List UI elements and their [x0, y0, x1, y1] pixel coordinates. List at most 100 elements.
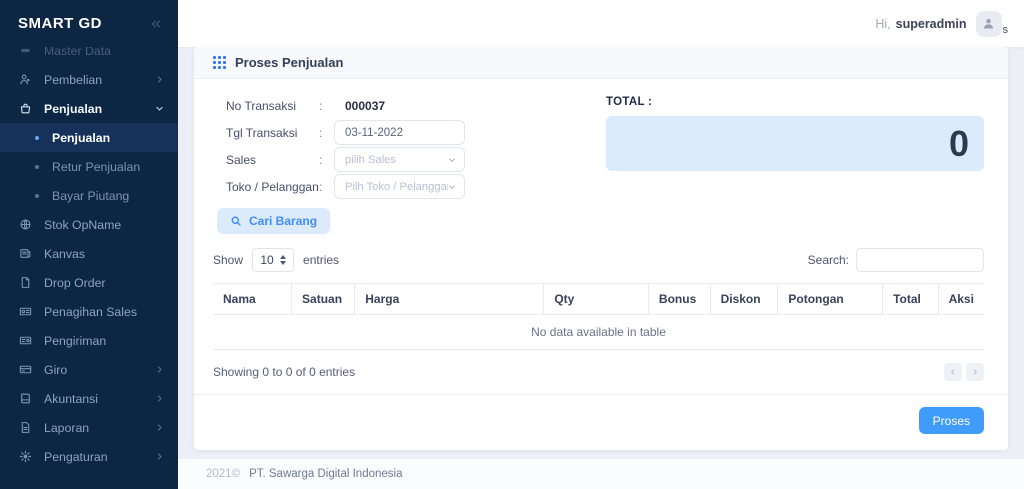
chevron-right-icon — [155, 365, 164, 374]
colon-separator: : — [319, 153, 334, 167]
no-transaksi-label: No Transaksi — [226, 99, 319, 113]
sidebar-item-label: Stok OpName — [44, 218, 164, 232]
pagination-prev-button[interactable] — [944, 363, 962, 381]
username-text: superadmin — [896, 17, 967, 31]
toko-pelanggan-select-placeholder: Pilh Toko / Pelanggan — [345, 181, 448, 193]
sidebar-item-kanvas[interactable]: Kanvas — [0, 239, 178, 268]
total-value: 0 — [949, 123, 969, 165]
sidebar: SMART GD Master Data Pembelian — [0, 0, 178, 489]
empty-row: No data available in table — [213, 315, 984, 350]
column-header-nama: Nama — [213, 284, 292, 315]
search-icon — [230, 215, 242, 227]
chevron-right-icon — [155, 394, 164, 403]
column-header-satuan: Satuan — [292, 284, 355, 315]
card-header: Proses Penjualan — [194, 47, 1008, 79]
chevron-left-icon — [949, 368, 957, 376]
cari-barang-button[interactable]: Cari Barang — [217, 208, 330, 234]
pagination — [944, 363, 984, 381]
pagination-next-button[interactable] — [966, 363, 984, 381]
total-block: TOTAL : 0 — [606, 93, 984, 234]
chevron-down-icon — [155, 104, 164, 113]
sidebar-item-drop-order[interactable]: Drop Order — [0, 268, 178, 297]
book-icon — [18, 392, 32, 405]
sidebar-item-label: Penagihan Sales — [44, 305, 164, 319]
total-label: TOTAL : — [606, 96, 984, 108]
sidebar-item-pengiriman[interactable]: Pengiriman — [0, 326, 178, 355]
form-row-sales: Sales : pilih Sales — [226, 147, 465, 172]
search-input[interactable] — [856, 248, 984, 272]
chevron-right-icon — [155, 452, 164, 461]
chevron-right-icon — [155, 423, 164, 432]
column-header-harga: Harga — [355, 284, 544, 315]
sidebar-item-laporan[interactable]: Laporan — [0, 413, 178, 442]
column-header-potongan: Potongan — [778, 284, 883, 315]
money-check-icon — [18, 305, 32, 318]
entries-label: entries — [303, 253, 339, 267]
chevron-right-icon — [971, 368, 979, 376]
sidebar-header: SMART GD — [0, 0, 178, 47]
sidebar-collapse-button[interactable] — [150, 18, 162, 30]
footer: 2021© PT. Sawarga Digital Indonesia — [178, 459, 1024, 489]
sidebar-item-stok-opname[interactable]: Stok OpName — [0, 210, 178, 239]
column-header-total: Total — [883, 284, 938, 315]
sidebar-subitem-penjualan[interactable]: Penjualan — [0, 123, 178, 152]
sidebar-item-penagihan-sales[interactable]: Penagihan Sales — [0, 297, 178, 326]
colon-separator: : — [319, 180, 334, 194]
search-label: Search: — [808, 253, 849, 267]
total-box: 0 — [606, 116, 984, 171]
form-row-tgl-transaksi: Tgl Transaksi : — [226, 120, 465, 145]
proses-penjualan-card: Proses Penjualan No Transaksi : 000037 T… — [194, 47, 1008, 450]
bullet-icon — [35, 136, 39, 140]
sidebar-subitem-label: Retur Penjualan — [52, 160, 140, 174]
credit-card-icon — [18, 363, 32, 376]
column-header-aksi: Aksi — [938, 284, 984, 315]
sidebar-item-label: Penjualan — [44, 102, 143, 116]
page-size-select[interactable]: 10 — [252, 248, 294, 272]
column-header-diskon: Diskon — [710, 284, 778, 315]
no-transaksi-value: 000037 — [334, 99, 385, 113]
sales-select[interactable]: pilih Sales — [334, 147, 465, 172]
bullet-icon — [35, 194, 39, 198]
chevron-right-icon — [155, 75, 164, 84]
toko-pelanggan-select[interactable]: Pilh Toko / Pelanggan — [334, 174, 465, 199]
table-controls: Show 10 entries Search: — [213, 248, 984, 272]
proses-button[interactable]: Proses — [919, 407, 984, 434]
sidebar-item-pengaturan[interactable]: Pengaturan — [0, 442, 178, 471]
sidebar-subitem-bayar-piutang[interactable]: Bayar Piutang — [0, 181, 178, 210]
globe-icon — [18, 218, 32, 231]
sidebar-item-label: Akuntansi — [44, 392, 143, 406]
grid-icon — [213, 56, 226, 69]
content: Proses Penjualan No Transaksi : 000037 T… — [178, 47, 1024, 459]
sidebar-item-giro[interactable]: Giro — [0, 355, 178, 384]
avatar[interactable] — [976, 11, 1002, 37]
footer-year: 2021© — [206, 468, 240, 480]
sidebar-item-pembelian[interactable]: Pembelian — [0, 65, 178, 94]
newspaper-icon — [18, 247, 32, 260]
tgl-transaksi-input[interactable] — [334, 120, 465, 145]
sidebar-item-akuntansi[interactable]: Akuntansi — [0, 384, 178, 413]
stepper-icon — [280, 255, 286, 265]
user-menu[interactable]: s — [976, 11, 1009, 37]
cari-barang-label: Cari Barang — [249, 214, 317, 228]
page-size-value: 10 — [260, 253, 273, 267]
card-footer: Proses — [194, 394, 1008, 450]
topbar: Hi, superadmin s — [178, 0, 1024, 47]
sidebar-item-label: Giro — [44, 363, 143, 377]
empty-message: No data available in table — [213, 315, 984, 350]
colon-separator: : — [319, 126, 334, 140]
sidebar-nav: Master Data Pembelian Penjualan Penjuala… — [0, 36, 178, 489]
tgl-transaksi-label: Tgl Transaksi — [226, 126, 319, 140]
sidebar-subitem-label: Penjualan — [52, 131, 110, 145]
show-label: Show — [213, 253, 243, 267]
card-body: No Transaksi : 000037 Tgl Transaksi : Sa… — [194, 79, 1008, 381]
page-size-group: Show 10 entries — [213, 248, 339, 272]
sidebar-item-label: Laporan — [44, 421, 143, 435]
sidebar-item-label: Pengaturan — [44, 450, 143, 464]
basket-icon — [18, 102, 32, 115]
bullet-icon — [35, 165, 39, 169]
column-header-qty: Qty — [544, 284, 649, 315]
items-table: Nama Satuan Harga Qty Bonus Diskon Poton… — [213, 283, 984, 350]
sidebar-item-penjualan[interactable]: Penjualan — [0, 94, 178, 123]
chevron-down-icon — [448, 156, 456, 164]
sidebar-subitem-retur-penjualan[interactable]: Retur Penjualan — [0, 152, 178, 181]
